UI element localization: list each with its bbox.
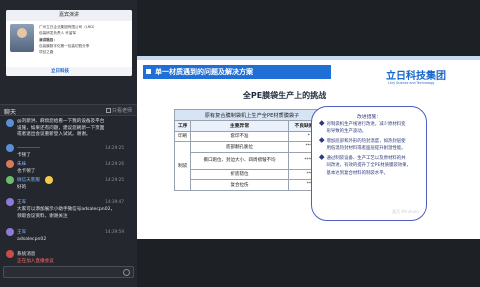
chat-message-text: 正在加入直播会议 — [17, 259, 54, 264]
speaker-banner: 嘉宾演讲 — [6, 10, 132, 21]
table-row: 制袋 底部翻孔脆位 *** — [173, 141, 331, 191]
only-teacher-label: 只看老师 — [112, 108, 133, 114]
slide-subtitle: 全PE膜袋生产上的挑战 — [242, 91, 327, 100]
chat-message-line: 领取会议资料，谢谢关注 — [17, 213, 68, 219]
bullet-line: 用低温热封材料或者面层提升耐温性能。 — [326, 146, 406, 152]
avatar — [6, 144, 14, 152]
company-logo-subtitle: Lirry Science and Technology — [388, 81, 435, 85]
table-cell: 撕口跑位、封边大小、四周褶皱不均 — [190, 151, 289, 170]
speaker-photo — [10, 24, 34, 52]
chat-sender: 一一一一一 — [17, 146, 40, 151]
chat-title: 聊天 — [4, 109, 17, 116]
speaker-logo: 立日科技 — [51, 69, 69, 74]
smile-emoji-icon — [45, 176, 53, 184]
chat-message-text: 卡顿了 — [17, 153, 31, 158]
avatar — [6, 228, 14, 236]
chat-message-text: adsalecpn02 — [17, 237, 47, 242]
table-header: 主要异常 — [190, 120, 289, 132]
square-bullet-icon — [146, 69, 151, 74]
avatar — [6, 160, 14, 168]
speaker-card: 嘉宾演讲 广州立日企业集团有限公司（LRD） 包装研发负责人 许留军 演讲题目：… — [6, 10, 132, 76]
chat-sender: 系统消息 — [17, 252, 36, 257]
table-row: 复合拉伤 ** — [175, 179, 331, 191]
table-cell: 复合拉伤 — [190, 179, 289, 191]
table-header: 工序 — [173, 120, 192, 132]
speaker-role: 包装研发负责人 许留军 — [39, 31, 77, 35]
defect-table: 原有复合膜制袋机上生产全PE材质膜袋子 工序 主要异常 不良缺陷占比 印刷 套印… — [173, 109, 331, 191]
chat-sender: 朱妹 — [17, 162, 27, 167]
callout-title: 改进措施： — [357, 115, 381, 120]
windows-watermark: 激活 Windows — [392, 209, 420, 214]
chat-time: 14:29:25 — [105, 177, 124, 182]
system-icon — [6, 250, 14, 258]
checkbox-icon[interactable] — [106, 108, 111, 113]
table-row: 撕口跑位、封边大小、四周褶皱不均 **** — [175, 151, 331, 170]
diamond-bullet-icon — [319, 137, 325, 143]
diamond-bullet-icon — [319, 120, 325, 126]
table-row: 印刷 套印不准 * — [173, 130, 331, 142]
company-logo: 立日科技集团 — [386, 71, 446, 82]
slide-heading: 单一材质遇到的问题及解决方案 — [143, 65, 331, 79]
chat-input-box[interactable] — [3, 266, 134, 286]
table-cell: 折底错位 — [190, 168, 289, 180]
bullet-line: 增加底部和外形的热封温度，如热封层使 — [326, 139, 406, 144]
bullet-line: 对制袋机生产线进行改进，减少原材料变 — [326, 122, 406, 127]
table-cell: 印刷 — [173, 130, 192, 142]
speaker-topic-line2: 项目之路 — [39, 50, 54, 54]
bullet-item: 增加底部和外形的热封温度，如热封层使 用低温热封材料或者面层提升耐温性能。 — [319, 137, 406, 153]
speaker-footer: 立日科技 — [6, 67, 132, 76]
table-cell: 制袋 — [173, 141, 192, 191]
slide-heading-text: 单一材质遇到的问题及解决方案 — [155, 68, 253, 76]
speaker-company: 广州立日企业集团有限公司（LRD） — [39, 25, 97, 29]
live-conference-window: 嘉宾演讲 广州立日企业集团有限公司（LRD） 包装研发负责人 许留军 演讲题目：… — [0, 0, 480, 287]
chat-message-line: 或者退出会议重新登入试试。谢谢。 — [17, 132, 91, 137]
chat-input[interactable] — [4, 276, 114, 286]
left-panel: 嘉宾演讲 广州立日企业集团有限公司（LRD） 包装研发负责人 许留军 演讲题目：… — [0, 0, 137, 287]
emoji-picker-icon[interactable] — [123, 269, 130, 276]
bullet-line: 形导致的生产波动。 — [326, 129, 367, 135]
bullet-line: 同改进，有效的提升了全PE材质膜袋效果， — [326, 163, 411, 169]
table-cell: 套印不准 — [190, 130, 289, 142]
speaker-topic-line1: 包装膜数字化第一包装切割分享 — [39, 44, 90, 48]
bullet-line: 通过制袋设备、生产工艺以及原材料的共 — [326, 156, 406, 161]
speaker-topic-label: 演讲题目： — [39, 38, 57, 42]
avatar — [6, 119, 14, 127]
chat-sender: 微信天客服 — [17, 178, 40, 183]
table-row: 折底错位 ** — [175, 168, 331, 180]
only-teacher-toggle[interactable]: 只看老师 — [106, 107, 132, 114]
bullet-item: 对制袋机生产线进行改进，减少原材料变 形导致的生产波动。 — [319, 120, 406, 136]
bullet-line: 基本达到复合材料的制袋水平。 — [326, 170, 388, 176]
table-caption: 原有复合膜制袋机上生产全PE材质膜袋子 — [174, 109, 330, 121]
presentation-slide: 单一材质遇到的问题及解决方案 立日科技集团 Lirry Science and … — [137, 56, 480, 239]
chat-sender: 王军 — [17, 230, 27, 235]
slide-top-band — [137, 56, 480, 60]
chat-time: 14:29:26 — [105, 161, 124, 166]
diamond-bullet-icon — [319, 154, 325, 160]
table-cell: 底部翻孔脆位 — [190, 141, 289, 153]
improvement-callout: 改进措施： 对制袋机生产线进行改进，减少原材料变 形导致的生产波动。 增加底部和… — [311, 106, 427, 221]
chat-message-text: 也卡顿了 — [17, 169, 36, 174]
chat-time: 14:39:47 — [105, 199, 124, 204]
chat-header: 聊天 只看老师 — [0, 104, 137, 116]
chat-time: 14:29:25 — [105, 145, 124, 150]
chat-message-text: 好的 — [17, 185, 27, 190]
chat-sender: 王军 — [17, 200, 27, 205]
avatar — [6, 176, 14, 184]
bullet-item: 通过制袋设备、生产工艺以及原材料的共 同改进，有效的提升了全PE材质膜袋效果， … — [319, 154, 411, 177]
chat-time: 14:39:59 — [105, 229, 124, 234]
avatar — [6, 198, 14, 206]
